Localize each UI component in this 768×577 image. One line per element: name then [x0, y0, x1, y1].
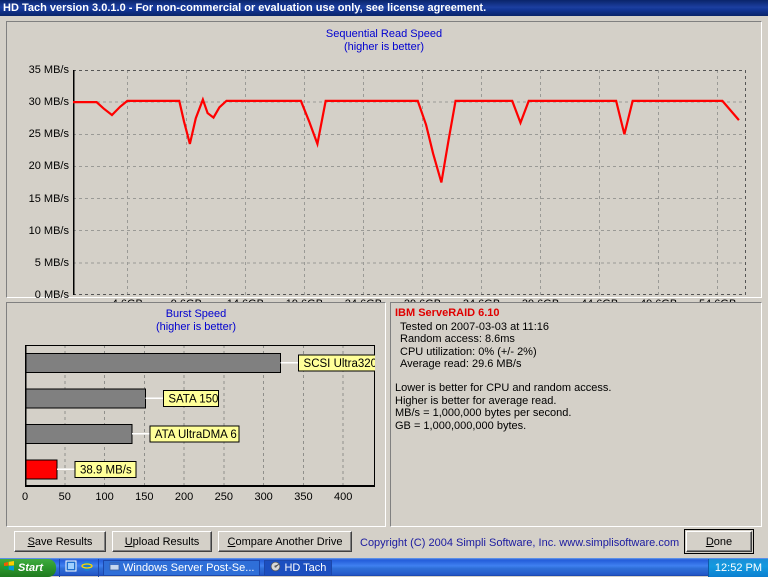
burst-x-tick: 200 [174, 491, 194, 503]
window-title: HD Tach version 3.0.1.0 - For non-commer… [3, 2, 487, 14]
drive-info-panel: IBM ServeRAID 6.10 Tested on 2007-03-03 … [390, 302, 762, 527]
info-note-4: GB = 1,000,000,000 bytes. [395, 419, 527, 432]
burst-bar [25, 423, 133, 444]
burst-bar [25, 388, 146, 409]
info-note-3: MB/s = 1,000,000 bytes per second. [395, 407, 572, 420]
burst-speed-chart: SCSI Ultra320 SATA 150 ATA UltraDMA 6 38.9 … [25, 345, 375, 487]
cpu-utilization-line: CPU utilization: 0% (+/- 2%) [400, 345, 537, 358]
internet-explorer-icon[interactable] [81, 560, 93, 575]
info-note-2: Higher is better for average read. [395, 394, 557, 407]
sequential-read-panel: Sequential Read Speed (higher is better)… [6, 21, 762, 310]
save-results-rest: ave Results [34, 535, 93, 548]
sequential-read-chart [73, 70, 746, 295]
done-button-default-frame: Done [684, 529, 754, 554]
burst-x-axis-labels: 0 50 100 150 200 250 300 350 400 [7, 491, 387, 505]
info-note-1: Lower is better for CPU and random acces… [395, 381, 612, 394]
upload-results-label: Upload Results [124, 535, 200, 548]
hdtach-icon [270, 561, 281, 575]
done-label: Done [705, 535, 733, 548]
burst-x-tick: 350 [294, 491, 313, 503]
sequential-y-tick: 10 MB/s [28, 224, 69, 237]
burst-bar-callout-label: SCSI Ultra320 [304, 358, 375, 370]
tested-on-line: Tested on 2007-03-03 at 11:16 [400, 320, 550, 333]
start-button-label: Start [18, 561, 44, 574]
save-results-button[interactable]: Save Results [14, 531, 106, 552]
sequential-y-tick: 20 MB/s [28, 160, 69, 173]
taskbar-task-windows-server[interactable]: Windows Server Post-Se... [103, 559, 261, 576]
burst-bar [25, 352, 282, 373]
done-button[interactable]: Done [686, 531, 752, 552]
copyright-text: Copyright (C) 2004 Simpli Software, Inc.… [360, 537, 680, 549]
taskbar-task-label: HD Tach [284, 561, 327, 574]
save-results-label: Save Results [27, 535, 93, 548]
window-titlebar: HD Tach version 3.0.1.0 - For non-commer… [0, 0, 768, 16]
burst-speed-title: Burst Speed (higher is better) [7, 308, 385, 334]
show-desktop-icon[interactable] [65, 560, 77, 575]
burst-x-tick: 50 [58, 491, 71, 503]
sequential-y-axis-labels: 0 MB/s 5 MB/s 10 MB/s 15 MB/s 20 MB/s 25 MB/s… [7, 64, 69, 301]
window-icon [109, 561, 120, 575]
burst-bar-callout-label: 38.9 MB/s [80, 464, 132, 476]
sequential-read-title-line1: Sequential Read Speed [325, 28, 443, 40]
sequential-read-title-line2: (higher is better) [343, 41, 425, 53]
sequential-y-tick: 5 MB/s [34, 256, 69, 269]
taskbar-task-hd-tach[interactable]: HD Tach [264, 559, 333, 576]
system-tray: 12:52 PM [707, 559, 768, 577]
burst-x-tick: 250 [214, 491, 234, 503]
hd-tach-main-window: Sequential Read Speed (higher is better)… [0, 16, 768, 558]
sequential-read-title: Sequential Read Speed (higher is better) [7, 28, 761, 54]
start-button[interactable]: Start [0, 558, 56, 577]
taskbar-clock[interactable]: 12:52 PM [715, 562, 762, 574]
burst-speed-title-line1: Burst Speed [165, 308, 227, 320]
burst-x-tick: 0 [21, 491, 29, 503]
burst-bar-callout-label: SATA 150 [168, 393, 218, 405]
burst-x-tick: 100 [95, 491, 114, 503]
upload-results-rest: pload Results [132, 535, 200, 548]
windows-flag-icon [3, 560, 15, 575]
average-read-line: Average read: 29.6 MB/s [400, 358, 522, 371]
sequential-y-tick: 15 MB/s [28, 192, 69, 205]
sequential-y-tick: 35 MB/s [28, 64, 69, 76]
button-row: Save Results Upload Results Compare Anot… [0, 529, 768, 556]
sequential-plot-area [73, 70, 746, 295]
burst-speed-title-line2: (higher is better) [155, 321, 237, 333]
done-rest: one [713, 535, 733, 548]
burst-bar-callout-label: ATA UltraDMA 6 [155, 429, 237, 441]
upload-results-button[interactable]: Upload Results [112, 531, 212, 552]
quick-launch-bar [59, 558, 99, 577]
random-access-line: Random access: 8.6ms [400, 333, 515, 346]
sequential-y-tick: 25 MB/s [28, 128, 69, 141]
sequential-y-tick: 0 MB/s [34, 289, 69, 301]
compare-another-drive-button[interactable]: Compare Another Drive [218, 531, 352, 552]
compare-label: Compare Another Drive [227, 535, 343, 548]
compare-rest: ompare Another Drive [235, 535, 343, 548]
burst-bar [25, 459, 58, 480]
sequential-y-tick: 30 MB/s [28, 96, 69, 109]
burst-x-tick: 400 [333, 491, 353, 503]
windows-taskbar: Start Windows Server Post-Se... HD Tach … [0, 558, 768, 577]
burst-speed-panel: Burst Speed (higher is better) SCSI Ultr… [6, 302, 386, 527]
taskbar-task-label: Windows Server Post-Se... [123, 561, 255, 574]
burst-x-tick: 150 [135, 491, 154, 503]
drive-model-title: IBM ServeRAID 6.10 [395, 307, 500, 319]
burst-x-tick: 300 [254, 491, 273, 503]
